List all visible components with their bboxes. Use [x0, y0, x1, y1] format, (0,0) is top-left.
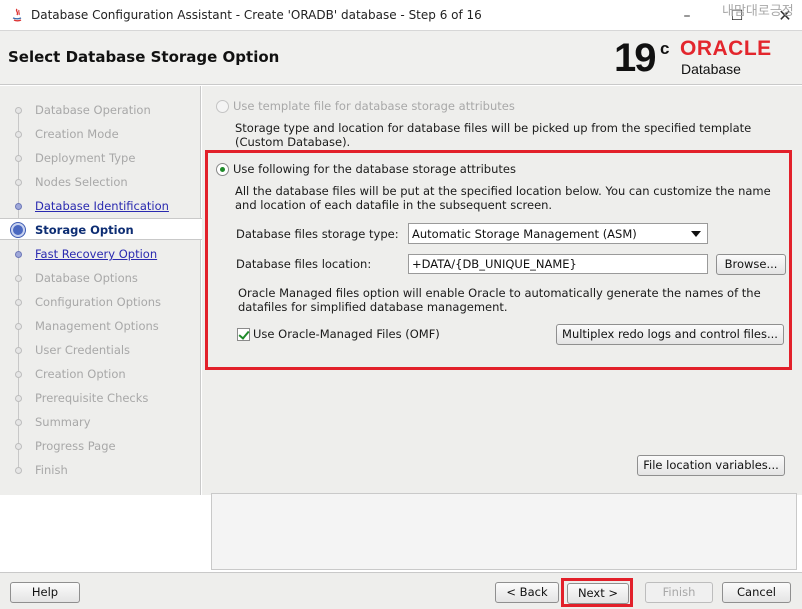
page-title: Select Database Storage Option [8, 48, 280, 66]
step-dot-icon [15, 251, 22, 258]
nav-step-label: Deployment Type [35, 151, 136, 165]
step-navigation: Database Operation Creation Mode Deploym… [0, 86, 202, 495]
template-option-radio[interactable] [216, 100, 229, 113]
step-dot-icon [15, 275, 22, 282]
nav-step-fast-recovery-option[interactable]: Fast Recovery Option [0, 243, 200, 265]
page-header: Select Database Storage Option 19 c ORAC… [0, 31, 802, 85]
following-option-label[interactable]: Use following for the database storage a… [233, 162, 516, 176]
nav-step-label: Nodes Selection [35, 175, 128, 189]
nav-step-storage-option: Storage Option [0, 218, 202, 240]
watermark-text: 내맘대로긍정 [722, 4, 794, 19]
step-dot-icon [15, 467, 22, 474]
nav-step-label: Management Options [35, 319, 159, 333]
logo-product: Database [681, 61, 741, 77]
nav-step-summary: Summary [0, 411, 200, 433]
nav-step-user-credentials: User Credentials [0, 339, 200, 361]
minimize-icon[interactable]: – [672, 5, 702, 27]
message-area [211, 493, 797, 570]
step-dot-icon [15, 323, 22, 330]
nav-step-label[interactable]: Database Identification [35, 199, 169, 213]
cancel-button[interactable]: Cancel [722, 582, 791, 603]
nav-step-prerequisite-checks: Prerequisite Checks [0, 387, 200, 409]
omf-description-line-1: Oracle Managed files option will enable … [238, 286, 761, 300]
logo-brand: ORACLE [680, 37, 772, 60]
step-dot-icon [15, 419, 22, 426]
step-dot-icon [15, 395, 22, 402]
nav-step-label: Storage Option [35, 223, 134, 237]
step-dot-icon [15, 131, 22, 138]
logo-version-superscript: c [660, 39, 670, 58]
omf-checkbox-label[interactable]: Use Oracle-Managed Files (OMF) [253, 327, 440, 341]
nav-step-database-identification[interactable]: Database Identification [0, 195, 200, 217]
finish-button[interactable]: Finish [645, 582, 713, 603]
file-location-variables-button[interactable]: File location variables... [637, 455, 785, 476]
omf-checkbox[interactable] [237, 328, 250, 341]
step-dot-icon [15, 299, 22, 306]
nav-step-label: Database Operation [35, 103, 151, 117]
step-dot-icon [15, 107, 22, 114]
nav-step-label: User Credentials [35, 343, 131, 357]
nav-step-finish: Finish [0, 459, 200, 481]
nav-step-creation-mode: Creation Mode [0, 123, 200, 145]
following-description-line-1: All the database files will be put at th… [235, 184, 771, 198]
current-step-icon [11, 223, 25, 237]
storage-type-value: Automatic Storage Management (ASM) [412, 227, 637, 241]
help-button[interactable]: Help [10, 582, 80, 603]
location-input[interactable] [408, 254, 708, 274]
location-label: Database files location: [236, 257, 372, 271]
following-option-radio[interactable] [216, 163, 229, 176]
logo-version: 19 [614, 36, 656, 80]
nav-step-label: Database Options [35, 271, 138, 285]
nav-step-label: Progress Page [35, 439, 116, 453]
nav-step-deployment-type: Deployment Type [0, 147, 200, 169]
nav-step-management-options: Management Options [0, 315, 200, 337]
nav-step-label: Creation Mode [35, 127, 119, 141]
step-dot-icon [15, 371, 22, 378]
step-dot-icon [15, 443, 22, 450]
nav-step-database-operation: Database Operation [0, 99, 200, 121]
back-button[interactable]: < Back [495, 582, 559, 603]
storage-type-dropdown[interactable]: Automatic Storage Management (ASM) [408, 223, 708, 244]
template-description-line-1: Storage type and location for database f… [235, 121, 752, 135]
template-description-line-2: (Custom Database). [235, 135, 351, 149]
nav-step-nodes-selection: Nodes Selection [0, 171, 200, 193]
storage-type-label: Database files storage type: [236, 227, 399, 241]
window-titlebar: Database Configuration Assistant - Creat… [0, 0, 802, 31]
template-option-label[interactable]: Use template file for database storage a… [233, 99, 515, 113]
step-dot-icon [15, 203, 22, 210]
step-dot-icon [15, 155, 22, 162]
step-dot-icon [15, 179, 22, 186]
window-title: Database Configuration Assistant - Creat… [31, 8, 482, 22]
next-button[interactable]: Next > [567, 583, 629, 604]
nav-step-label: Prerequisite Checks [35, 391, 149, 405]
dropdown-arrow-icon [691, 231, 701, 237]
nav-step-label[interactable]: Fast Recovery Option [35, 247, 157, 261]
nav-step-configuration-options: Configuration Options [0, 291, 200, 313]
nav-step-progress-page: Progress Page [0, 435, 200, 457]
nav-step-label: Finish [35, 463, 68, 477]
nav-step-label: Creation Option [35, 367, 126, 381]
java-app-icon [12, 8, 22, 22]
nav-step-label: Summary [35, 415, 91, 429]
browse-button[interactable]: Browse... [716, 254, 786, 275]
step-dot-icon [15, 347, 22, 354]
omf-description-line-2: datafiles for simplified database manage… [238, 300, 508, 314]
nav-step-label: Configuration Options [35, 295, 162, 309]
storage-option-panel: Use template file for database storage a… [202, 86, 802, 495]
following-description-line-2: and location of each datafile in the sub… [235, 198, 553, 212]
nav-step-creation-option: Creation Option [0, 363, 200, 385]
nav-step-database-options: Database Options [0, 267, 200, 289]
footer-button-bar: Help < Back Next > Finish Cancel [0, 572, 802, 609]
multiplex-button[interactable]: Multiplex redo logs and control files... [556, 324, 784, 345]
